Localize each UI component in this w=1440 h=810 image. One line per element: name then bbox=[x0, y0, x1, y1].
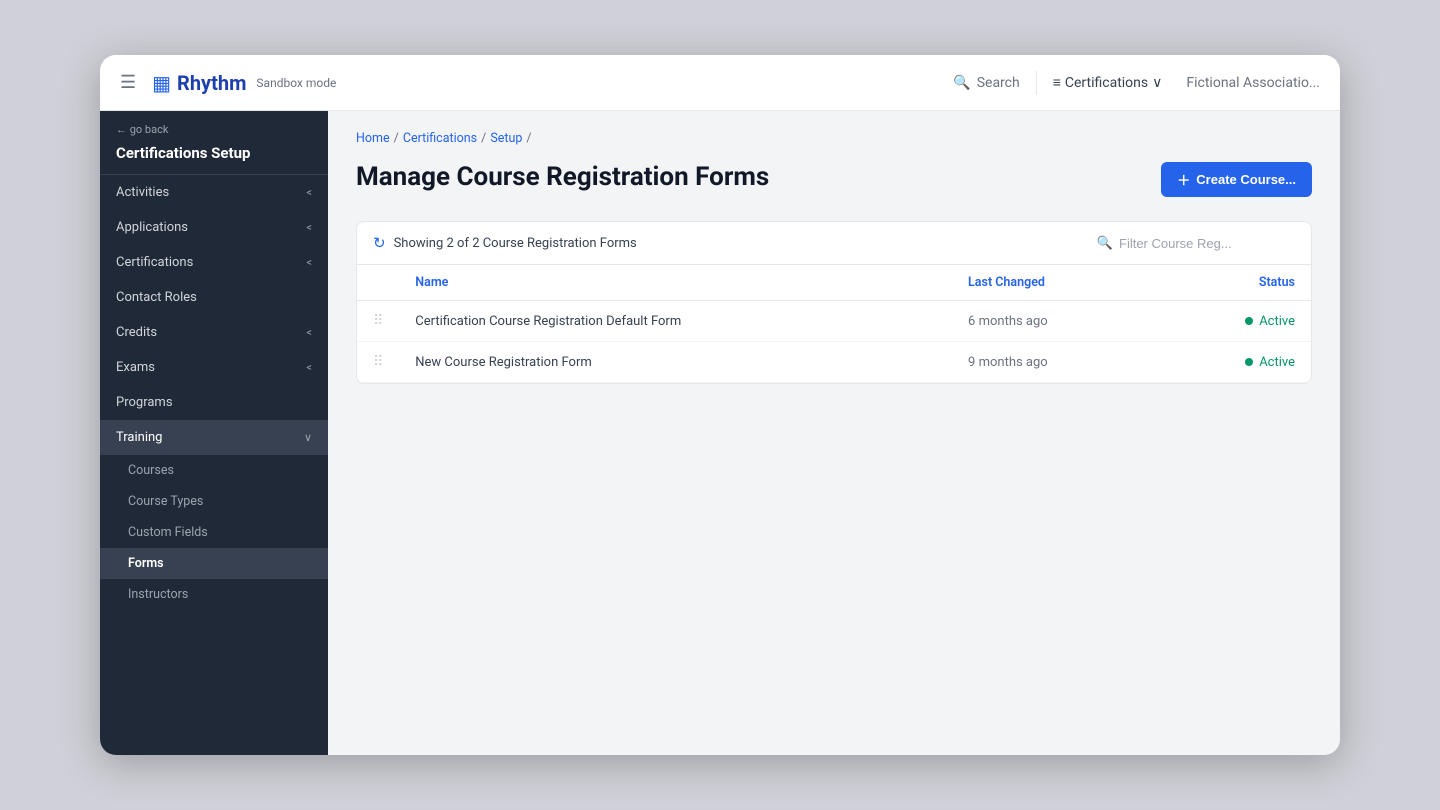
status-label: Active bbox=[1259, 314, 1295, 329]
chevron-left-icon: < bbox=[306, 186, 312, 199]
sidebar-item-credits[interactable]: Credits < bbox=[100, 315, 328, 350]
status-badge: Active bbox=[1175, 314, 1295, 329]
nav-divider bbox=[1036, 71, 1037, 95]
sidebar-back[interactable]: ← go back bbox=[100, 111, 328, 140]
breadcrumb-sep: / bbox=[394, 131, 399, 146]
status-dot bbox=[1245, 358, 1253, 366]
plus-icon: ＋ bbox=[1177, 170, 1190, 189]
sidebar-sub-item-custom-fields[interactable]: Custom Fields bbox=[100, 517, 328, 548]
chevron-left-icon: < bbox=[306, 256, 312, 269]
chevron-left-icon: < bbox=[306, 361, 312, 374]
sidebar-item-label: Applications bbox=[116, 220, 188, 235]
drag-handle: ⠿ bbox=[357, 301, 399, 342]
table-header-row: Name Last Changed Status bbox=[357, 265, 1311, 301]
breadcrumb-home[interactable]: Home bbox=[356, 131, 390, 146]
sidebar: ← go back Certifications Setup Activitie… bbox=[100, 111, 328, 755]
sidebar-item-contact-roles[interactable]: Contact Roles bbox=[100, 280, 328, 315]
status-cell: Active bbox=[1159, 301, 1311, 342]
sidebar-item-label: Activities bbox=[116, 185, 169, 200]
certifications-label: Certifications bbox=[1065, 75, 1148, 91]
breadcrumb-certifications[interactable]: Certifications bbox=[403, 131, 477, 146]
sidebar-sub-item-instructors[interactable]: Instructors bbox=[100, 579, 328, 610]
org-label: Fictional Associatio... bbox=[1186, 75, 1320, 91]
sidebar-item-certifications[interactable]: Certifications < bbox=[100, 245, 328, 280]
logo-icon: ▦ bbox=[152, 71, 171, 95]
breadcrumb: Home / Certifications / Setup / bbox=[356, 131, 1312, 146]
sidebar-item-label: Credits bbox=[116, 325, 157, 340]
sidebar-item-label: Programs bbox=[116, 395, 173, 410]
hamburger-icon[interactable]: ☰ bbox=[120, 72, 136, 93]
sidebar-sub-item-courses[interactable]: Courses bbox=[100, 455, 328, 486]
count-text: Showing 2 of 2 Course Registration Forms bbox=[394, 236, 637, 251]
col-drag bbox=[357, 265, 399, 301]
logo-text: Rhythm bbox=[177, 71, 246, 95]
search-icon: 🔍 bbox=[953, 75, 970, 91]
sidebar-sub-item-course-types[interactable]: Course Types bbox=[100, 486, 328, 517]
form-name: New Course Registration Form bbox=[399, 342, 952, 383]
logo: ▦ Rhythm Sandbox mode bbox=[152, 71, 336, 95]
filter-search-icon: 🔍 bbox=[1097, 236, 1113, 251]
status-dot bbox=[1245, 317, 1253, 325]
page-header: Manage Course Registration Forms ＋ Creat… bbox=[356, 162, 1312, 197]
sidebar-item-label: Training bbox=[116, 430, 162, 445]
sidebar-title: Certifications Setup bbox=[100, 140, 328, 175]
table-count: ↻ Showing 2 of 2 Course Registration For… bbox=[373, 234, 637, 252]
sandbox-label: Sandbox mode bbox=[256, 76, 336, 90]
create-button-label: Create Course... bbox=[1196, 172, 1296, 187]
certifications-icon: ≡ bbox=[1053, 74, 1061, 91]
sidebar-item-exams[interactable]: Exams < bbox=[100, 350, 328, 385]
refresh-icon[interactable]: ↻ bbox=[373, 234, 386, 252]
col-name-header[interactable]: Name bbox=[399, 265, 952, 301]
search-label: Search bbox=[977, 75, 1020, 91]
col-last-changed-header[interactable]: Last Changed bbox=[952, 265, 1159, 301]
chevron-left-icon: < bbox=[306, 326, 312, 339]
table-panel: ↻ Showing 2 of 2 Course Registration For… bbox=[356, 221, 1312, 384]
certifications-chevron-icon: ∨ bbox=[1152, 75, 1162, 91]
create-button[interactable]: ＋ Create Course... bbox=[1161, 162, 1312, 197]
certifications-menu[interactable]: ≡ Certifications ∨ bbox=[1053, 74, 1163, 91]
table-filter: 🔍 bbox=[1097, 236, 1295, 251]
sidebar-item-activities[interactable]: Activities < bbox=[100, 175, 328, 210]
last-changed: 9 months ago bbox=[952, 342, 1159, 383]
status-label: Active bbox=[1259, 355, 1295, 370]
page-title: Manage Course Registration Forms bbox=[356, 162, 769, 192]
sidebar-item-training[interactable]: Training ∨ bbox=[100, 420, 328, 455]
chevron-left-icon: < bbox=[306, 221, 312, 234]
breadcrumb-sep: / bbox=[481, 131, 486, 146]
topnav: ☰ ▦ Rhythm Sandbox mode 🔍 Search ≡ Certi… bbox=[100, 55, 1340, 111]
sidebar-sub-item-forms[interactable]: Forms bbox=[100, 548, 328, 579]
content-area: Home / Certifications / Setup / Manage C… bbox=[328, 111, 1340, 755]
last-changed: 6 months ago bbox=[952, 301, 1159, 342]
drag-handle: ⠿ bbox=[357, 342, 399, 383]
filter-input[interactable] bbox=[1119, 236, 1295, 251]
breadcrumb-setup[interactable]: Setup bbox=[490, 131, 522, 146]
chevron-down-icon: ∨ bbox=[304, 431, 312, 444]
status-cell: Active bbox=[1159, 342, 1311, 383]
sidebar-item-label: Contact Roles bbox=[116, 290, 197, 305]
forms-table: Name Last Changed Status ⠿ Certification… bbox=[357, 265, 1311, 383]
search-button[interactable]: 🔍 Search bbox=[953, 75, 1019, 91]
breadcrumb-sep: / bbox=[526, 131, 531, 146]
sidebar-item-label: Certifications bbox=[116, 255, 193, 270]
sidebar-item-label: Exams bbox=[116, 360, 155, 375]
table-toolbar: ↻ Showing 2 of 2 Course Registration For… bbox=[357, 222, 1311, 265]
table-row[interactable]: ⠿ New Course Registration Form 9 months … bbox=[357, 342, 1311, 383]
sidebar-item-applications[interactable]: Applications < bbox=[100, 210, 328, 245]
col-status-header[interactable]: Status bbox=[1159, 265, 1311, 301]
table-row[interactable]: ⠿ Certification Course Registration Defa… bbox=[357, 301, 1311, 342]
status-badge: Active bbox=[1175, 355, 1295, 370]
sidebar-item-programs[interactable]: Programs bbox=[100, 385, 328, 420]
form-name: Certification Course Registration Defaul… bbox=[399, 301, 952, 342]
